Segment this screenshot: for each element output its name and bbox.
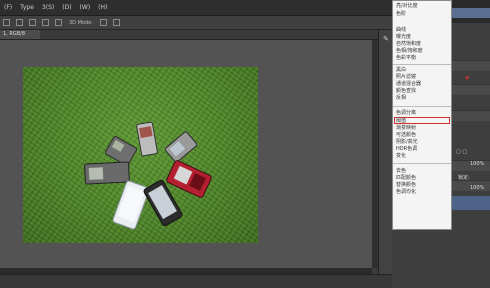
menu-separator	[393, 64, 451, 65]
menu-file[interactable]: (F)	[0, 4, 16, 11]
menu-item-posterize[interactable]: 色调分离	[396, 110, 416, 116]
document-tabs: 1, RGB/8	[0, 30, 392, 40]
align-center-icon[interactable]	[29, 19, 36, 26]
phones-illustration	[84, 121, 212, 230]
distribute-icon[interactable]	[55, 19, 62, 26]
menu-separator	[393, 163, 451, 164]
menu-item-black-white[interactable]: 黑白	[396, 67, 406, 73]
menu-item-curves[interactable]: 曲线	[396, 27, 406, 33]
panel-row	[452, 84, 490, 95]
menu-item-threshold[interactable]: 阈值	[396, 118, 406, 124]
menu-item-hue-saturation[interactable]: 色相/饱和度	[396, 48, 423, 54]
menu-item-gradient-map[interactable]: 渐变映射	[396, 125, 416, 131]
collapsed-panel-strip: ✎	[378, 30, 393, 274]
menu-item-exposure[interactable]: 曝光度	[396, 34, 411, 40]
menu-item-vibrance[interactable]: 自然饱和度	[396, 41, 421, 47]
align-left-icon[interactable]	[16, 19, 23, 26]
menu-item-hdr-toning[interactable]: HDR色调	[396, 146, 417, 152]
options-bar: 3D Mode:	[0, 16, 392, 30]
status-bar	[0, 274, 392, 288]
fill-value[interactable]: 100%	[470, 185, 484, 191]
lock-label: 锁定:	[458, 175, 470, 181]
panel-row	[452, 60, 490, 71]
canvas-image	[23, 67, 258, 243]
menu-item-match-color[interactable]: 匹配颜色	[396, 175, 416, 181]
menu-item-color-lookup[interactable]: 颜色查找	[396, 88, 416, 94]
menu-item-shadows-highlights[interactable]: 阴影/高光	[396, 139, 418, 145]
menu-item-equalize[interactable]: 色调均化	[396, 189, 416, 195]
lock-icon[interactable]: ▢ ▢	[456, 149, 467, 155]
align-right-icon[interactable]	[42, 19, 49, 26]
menu-view[interactable]: (D)	[58, 4, 75, 11]
menu-type[interactable]: Type	[16, 4, 38, 11]
selected-layer-row[interactable]	[452, 196, 490, 210]
menu-bar: (F) Type 3(S) (D) (W) (H)	[0, 0, 392, 16]
menu-item-channel-mixer[interactable]: 通道混合器	[396, 81, 421, 87]
layer-thumbnail-icon: ◉	[465, 75, 470, 81]
menu-item-variations[interactable]: 变化	[396, 153, 406, 159]
menu-separator	[393, 106, 451, 107]
menu-3d[interactable]: 3(S)	[38, 4, 58, 11]
3d-mode-label: 3D Mode:	[69, 19, 93, 26]
menu-item-levels[interactable]: 色阶	[396, 11, 406, 17]
tool-preset-icon[interactable]	[3, 19, 10, 26]
menu-item-invert[interactable]: 反相	[396, 95, 406, 101]
rotate-3d-icon[interactable]	[99, 19, 107, 26]
menu-help[interactable]: (H)	[94, 4, 111, 11]
adjustments-menu: 亮/对比度 色阶 曲线 曝光度 自然饱和度 色相/饱和度 色彩平衡 黑白 照片滤…	[392, 0, 452, 230]
opacity-value[interactable]: 100%	[470, 161, 484, 167]
menu-item-selective-color[interactable]: 可选颜色	[396, 132, 416, 138]
menu-item-photo-filter[interactable]: 照片滤镜	[396, 74, 416, 80]
menu-item-brightness-contrast[interactable]: 亮/对比度	[396, 3, 418, 9]
brush-icon[interactable]: ✎	[383, 36, 390, 43]
menu-item-replace-color[interactable]: 替换颜色	[396, 182, 416, 188]
swatch-accent	[452, 8, 490, 18]
menu-item-desaturate[interactable]: 去色	[396, 168, 406, 174]
menu-item-color-balance[interactable]: 色彩平衡	[396, 55, 416, 61]
menu-window[interactable]: (W)	[76, 4, 95, 11]
pan-3d-icon[interactable]	[112, 19, 120, 26]
document-tab[interactable]: 1, RGB/8	[0, 30, 40, 39]
panel-row	[452, 110, 490, 121]
